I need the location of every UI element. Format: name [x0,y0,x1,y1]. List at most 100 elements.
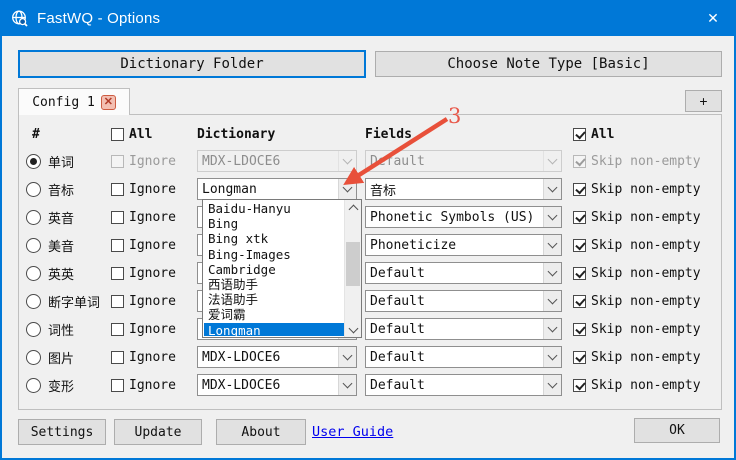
chevron-down-icon [543,151,561,171]
row-radio[interactable] [26,182,41,197]
dictionary-header: Dictionary [197,127,275,142]
table-row: 单词 Ignore MDX-LDOCE6 Default Skip non-em… [19,147,721,175]
dropdown-option[interactable]: 西语助手 [204,277,344,292]
row-radio[interactable] [26,350,41,365]
all-ignore-checkbox[interactable] [111,128,124,141]
table-row: 断字单词 Ignore Default Skip non-empty [19,287,721,315]
row-radio[interactable] [26,210,41,225]
title-bar[interactable]: FastWQ - Options ✕ [0,0,736,36]
skip-checkbox[interactable] [573,295,586,308]
chevron-down-icon [543,347,561,367]
field-select[interactable]: 音标 [365,178,562,200]
row-radio[interactable] [26,238,41,253]
dropdown-option[interactable]: Bing [204,216,344,231]
ignore-checkbox[interactable] [111,351,124,364]
row-radio[interactable] [26,294,41,309]
ignore-checkbox[interactable] [111,183,124,196]
ignore-checkbox [111,155,124,168]
close-icon[interactable]: ✕ [690,0,736,36]
all-left-label: All [129,127,152,142]
scrollbar-thumb[interactable] [346,242,360,286]
row-label: 变形 [48,376,74,395]
ok-button[interactable]: OK [634,418,720,443]
add-config-button[interactable]: + [685,90,722,112]
choose-note-type-button[interactable]: Choose Note Type [Basic] [375,51,722,77]
tab-close-icon[interactable]: ✕ [101,95,116,110]
globe-search-icon [10,9,29,28]
field-select[interactable]: Phoneticize [365,234,562,256]
skip-checkbox[interactable] [573,379,586,392]
row-radio[interactable] [26,154,41,169]
ignore-label: Ignore [129,238,176,253]
dropdown-option[interactable]: 法语助手 [204,292,344,307]
row-label: 音标 [48,180,74,199]
row-label: 断字单词 [48,292,100,311]
dropdown-option[interactable]: Bing-Images [204,247,344,262]
skip-checkbox[interactable] [573,323,586,336]
dropdown-option[interactable]: Baidu-Hanyu [204,201,344,216]
field-select[interactable]: Default [365,262,562,284]
settings-button[interactable]: Settings [18,419,106,445]
row-radio[interactable] [26,266,41,281]
all-skip-checkbox[interactable] [573,128,586,141]
skip-checkbox[interactable] [573,267,586,280]
dictionary-dropdown-list: Baidu-Hanyu Bing Bing xtk Bing-Images Ca… [202,199,362,338]
ignore-checkbox[interactable] [111,295,124,308]
chevron-down-icon [338,375,356,395]
fields-header: Fields [365,127,412,142]
skip-checkbox[interactable] [573,239,586,252]
chevron-down-icon [543,235,561,255]
row-label: 英英 [48,264,74,283]
dropdown-scrollbar[interactable] [344,200,361,337]
field-select[interactable]: Default [365,346,562,368]
skip-label: Skip non-empty [591,294,701,309]
table-row: 音标 Ignore Longman 音标 Skip non-empty [19,175,721,203]
ignore-checkbox[interactable] [111,323,124,336]
chevron-down-icon [543,319,561,339]
table-row: 变形 Ignore MDX-LDOCE6 Default Skip non-em… [19,371,721,399]
ignore-label: Ignore [129,378,176,393]
hash-header: # [32,127,40,142]
dropdown-option-selected[interactable]: Longman [204,323,344,337]
ignore-label: Ignore [129,294,176,309]
ignore-label: Ignore [129,210,176,225]
ignore-checkbox[interactable] [111,211,124,224]
chevron-down-icon [543,291,561,311]
ignore-checkbox[interactable] [111,267,124,280]
field-select[interactable]: Default [365,290,562,312]
dictionary-select: MDX-LDOCE6 [197,150,357,172]
row-radio[interactable] [26,378,41,393]
ignore-label: Ignore [129,182,176,197]
table-row: 图片 Ignore MDX-LDOCE6 Default Skip non-em… [19,343,721,371]
row-label: 单词 [48,152,74,171]
ignore-checkbox[interactable] [111,239,124,252]
dictionary-select[interactable]: MDX-LDOCE6 [197,346,357,368]
user-guide-link[interactable]: User Guide [312,424,393,440]
skip-checkbox[interactable] [573,211,586,224]
window-title: FastWQ - Options [37,10,160,27]
all-right-label: All [591,127,614,142]
scroll-up-icon[interactable] [345,200,361,215]
field-select[interactable]: Default [365,318,562,340]
skip-label: Skip non-empty [591,182,701,197]
update-button[interactable]: Update [114,419,202,445]
dropdown-option[interactable]: Bing xtk [204,231,344,246]
dictionary-select[interactable]: MDX-LDOCE6 [197,374,357,396]
dictionary-select-open[interactable]: Longman [197,178,357,200]
dropdown-option[interactable]: Cambridge [204,262,344,277]
row-radio[interactable] [26,322,41,337]
skip-label: Skip non-empty [591,238,701,253]
tab-config-1[interactable]: Config 1 ✕ [18,88,130,115]
field-select[interactable]: Phonetic Symbols (US) [365,206,562,228]
ignore-checkbox[interactable] [111,379,124,392]
skip-checkbox[interactable] [573,351,586,364]
scroll-down-icon[interactable] [345,322,361,337]
dictionary-folder-button[interactable]: Dictionary Folder [18,50,366,78]
about-button[interactable]: About [216,419,306,445]
field-select[interactable]: Default [365,374,562,396]
skip-checkbox[interactable] [573,183,586,196]
ignore-label: Ignore [129,154,176,169]
row-label: 英音 [48,208,74,227]
dropdown-option[interactable]: 爱词霸 [204,307,344,322]
skip-checkbox [573,155,586,168]
